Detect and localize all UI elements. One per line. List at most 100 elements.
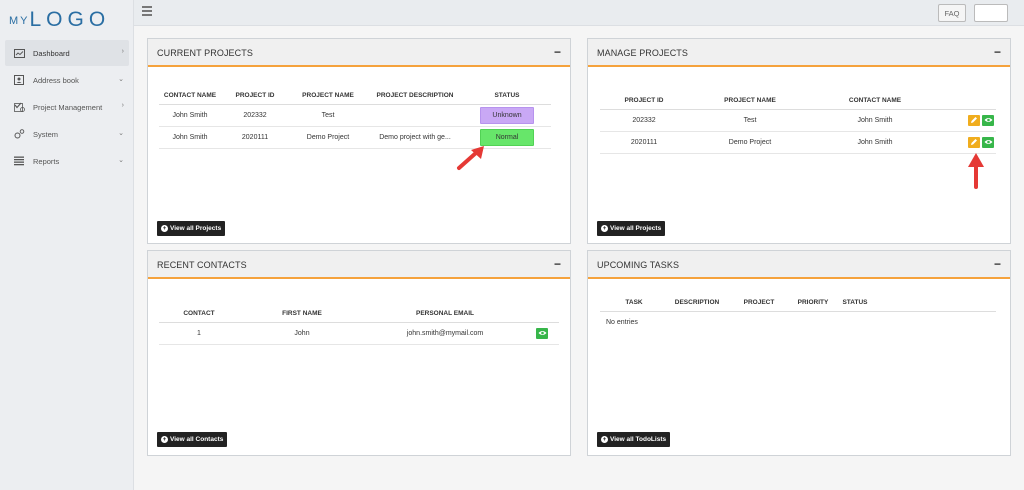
actions-cell bbox=[938, 131, 996, 154]
chevron-right-icon: › bbox=[121, 48, 124, 55]
sidebar-item-label: Address book bbox=[33, 75, 79, 85]
contact-name-cell: John Smith bbox=[159, 104, 221, 127]
eye-icon bbox=[538, 331, 546, 335]
user-menu-button[interactable] bbox=[974, 4, 1008, 22]
manage-projects-panel: MANAGE PROJECTS − PROJECT ID PROJECT NAM… bbox=[587, 38, 1011, 244]
pencil-icon bbox=[971, 117, 977, 123]
project-id-cell: 202332 bbox=[221, 104, 289, 127]
button-label: View all TodoLists bbox=[610, 436, 667, 443]
view-button[interactable] bbox=[982, 136, 994, 148]
table-row: 2020111 Demo Project John Smith bbox=[600, 131, 996, 154]
table-row: John Smith 202332 Test Unknown bbox=[159, 104, 551, 127]
contact-name-cell: John Smith bbox=[159, 126, 221, 149]
sidebar: MYLOGO Dashboard › Address book ⌄ Projec… bbox=[0, 0, 134, 490]
project-description-cell bbox=[367, 104, 463, 127]
view-all-projects-button[interactable]: + View all Projects bbox=[597, 221, 666, 236]
column-header: DESCRIPTION bbox=[668, 294, 726, 312]
plus-circle-icon: + bbox=[161, 225, 168, 232]
project-description-cell: Demo project with ge... bbox=[367, 126, 463, 149]
column-header: CONTACT bbox=[159, 305, 239, 323]
column-header: PROJECT ID bbox=[600, 92, 688, 110]
view-button[interactable] bbox=[536, 327, 548, 339]
column-header: PRIORITY bbox=[792, 294, 834, 312]
column-header bbox=[876, 294, 996, 312]
column-header: PROJECT NAME bbox=[688, 92, 812, 110]
view-all-projects-button[interactable]: + View all Projects bbox=[157, 221, 226, 236]
button-label: View all Projects bbox=[610, 225, 662, 232]
view-all-contacts-button[interactable]: + View all Contacts bbox=[157, 432, 228, 447]
collapse-button[interactable]: − bbox=[554, 257, 561, 271]
panel-header: RECENT CONTACTS − bbox=[148, 251, 570, 279]
column-header: PROJECT ID bbox=[221, 87, 289, 105]
logo[interactable]: MYLOGO bbox=[9, 8, 111, 31]
column-header bbox=[938, 92, 996, 110]
project-name-cell: Demo Project bbox=[289, 126, 367, 149]
menu-toggle-icon[interactable] bbox=[142, 6, 152, 16]
panel-title: RECENT CONTACTS bbox=[157, 260, 247, 270]
status-badge: Unknown bbox=[480, 106, 534, 124]
collapse-button[interactable]: − bbox=[994, 257, 1001, 271]
manage-projects-table: PROJECT ID PROJECT NAME CONTACT NAME 202… bbox=[600, 92, 996, 154]
annotation-arrow-icon bbox=[968, 153, 984, 189]
actions-cell bbox=[938, 109, 996, 132]
column-header: PERSONAL EMAIL bbox=[365, 305, 525, 323]
faq-button[interactable]: FAQ bbox=[938, 4, 966, 22]
sidebar-item-project-management[interactable]: Project Management › bbox=[5, 94, 129, 120]
panel-header: UPCOMING TASKS − bbox=[588, 251, 1010, 279]
project-management-icon bbox=[13, 102, 25, 112]
table-row: 202332 Test John Smith bbox=[600, 109, 996, 132]
logo-text: LOGO bbox=[29, 8, 111, 31]
table-header-row: CONTACT FIRST NAME PERSONAL EMAIL bbox=[159, 305, 559, 323]
project-name-cell: Demo Project bbox=[688, 131, 812, 154]
view-button[interactable] bbox=[982, 114, 994, 126]
collapse-button[interactable]: − bbox=[554, 45, 561, 59]
sidebar-item-label: Dashboard bbox=[33, 48, 70, 58]
status-cell: Unknown bbox=[463, 104, 551, 127]
dashboard-icon bbox=[13, 48, 25, 58]
upcoming-tasks-table: TASK DESCRIPTION PROJECT PRIORITY STATUS bbox=[600, 294, 996, 312]
edit-button[interactable] bbox=[968, 136, 980, 148]
actions-cell bbox=[525, 322, 559, 345]
chevron-down-icon: ⌄ bbox=[118, 157, 124, 164]
view-all-todolists-button[interactable]: + View all TodoLists bbox=[597, 432, 671, 447]
contact-cell: 1 bbox=[159, 322, 239, 345]
sidebar-item-label: Reports bbox=[33, 156, 60, 166]
sidebar-item-address-book[interactable]: Address book ⌄ bbox=[5, 67, 129, 93]
button-label: View all Contacts bbox=[170, 436, 224, 443]
panel-title: UPCOMING TASKS bbox=[597, 260, 680, 270]
eye-icon bbox=[984, 140, 992, 144]
pencil-icon bbox=[971, 139, 977, 145]
reports-icon bbox=[13, 156, 25, 166]
table-header-row: TASK DESCRIPTION PROJECT PRIORITY STATUS bbox=[600, 294, 996, 312]
eye-icon bbox=[984, 118, 992, 122]
contact-name-cell: John Smith bbox=[812, 131, 938, 154]
panel-title: CURRENT PROJECTS bbox=[157, 48, 253, 58]
project-name-cell: Test bbox=[688, 109, 812, 132]
recent-contacts-table: CONTACT FIRST NAME PERSONAL EMAIL 1 John… bbox=[159, 305, 559, 345]
sidebar-item-reports[interactable]: Reports ⌄ bbox=[5, 148, 129, 174]
chevron-right-icon: › bbox=[121, 102, 124, 109]
column-header: TASK bbox=[600, 294, 668, 312]
column-header: PROJECT NAME bbox=[289, 87, 367, 105]
table-header-row: PROJECT ID PROJECT NAME CONTACT NAME bbox=[600, 92, 996, 110]
gears-icon bbox=[13, 129, 25, 139]
chevron-down-icon: ⌄ bbox=[118, 76, 124, 83]
collapse-button[interactable]: − bbox=[994, 45, 1001, 59]
table-header-row: CONTACT NAME PROJECT ID PROJECT NAME PRO… bbox=[159, 87, 551, 105]
column-header: PROJECT DESCRIPTION bbox=[367, 87, 463, 105]
recent-contacts-panel: RECENT CONTACTS − CONTACT FIRST NAME PER… bbox=[147, 250, 571, 456]
table-row: John Smith 2020111 Demo Project Demo pro… bbox=[159, 126, 551, 149]
sidebar-item-dashboard[interactable]: Dashboard › bbox=[5, 40, 129, 66]
column-header: STATUS bbox=[463, 87, 551, 105]
plus-circle-icon: + bbox=[601, 436, 608, 443]
sidebar-item-system[interactable]: System ⌄ bbox=[5, 121, 129, 147]
sidebar-item-label: Project Management bbox=[33, 102, 103, 112]
column-header: CONTACT NAME bbox=[159, 87, 221, 105]
project-name-cell: Test bbox=[289, 104, 367, 127]
panel-header: CURRENT PROJECTS − bbox=[148, 39, 570, 67]
contact-name-cell: John Smith bbox=[812, 109, 938, 132]
column-header bbox=[525, 305, 559, 323]
chevron-down-icon: ⌄ bbox=[118, 130, 124, 137]
project-id-cell: 202332 bbox=[600, 109, 688, 132]
edit-button[interactable] bbox=[968, 114, 980, 126]
